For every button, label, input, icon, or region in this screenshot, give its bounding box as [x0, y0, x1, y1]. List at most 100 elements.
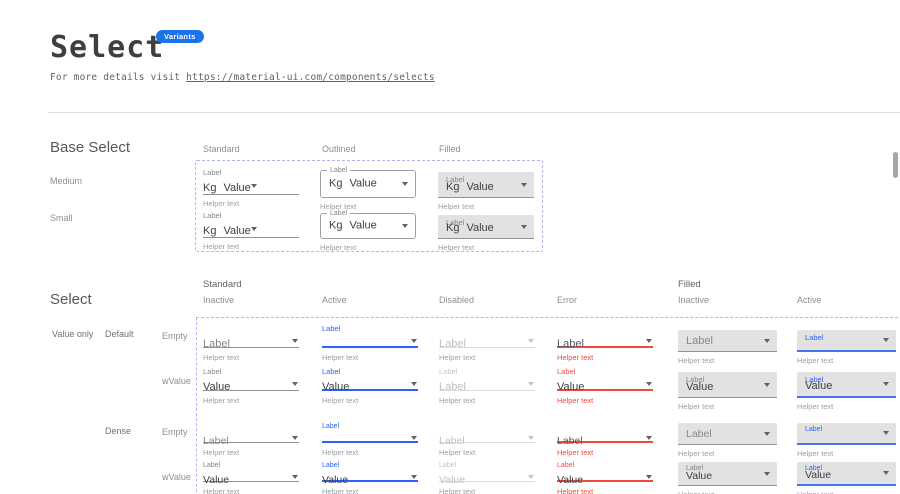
dropdown-arrow-icon: [883, 431, 889, 435]
select-value: Label: [557, 338, 584, 350]
select-control[interactable]: Value: [203, 377, 299, 391]
dropdown-arrow-icon: [883, 471, 889, 475]
select-control[interactable]: LabelValue: [678, 372, 777, 398]
select-standard-error-dense-empty[interactable]: LabelHelper text: [557, 423, 653, 457]
helper-text: Helper text: [438, 202, 534, 211]
select-control[interactable]: Label: [439, 334, 535, 348]
helper-text: Helper text: [203, 396, 299, 405]
select-control[interactable]: Label: [439, 431, 535, 443]
select-prefix: Kg: [446, 222, 459, 234]
select-standard-disabled-dense-wval[interactable]: LabelValueHelper text: [439, 462, 535, 494]
select-control[interactable]: [322, 431, 418, 443]
base-select-outlined-small[interactable]: LabelKgValue Helper text: [320, 213, 416, 252]
select-control[interactable]: Value: [557, 470, 653, 482]
select-value: Value: [349, 220, 376, 232]
select-filled-inactive-dense-empty[interactable]: Label Helper text: [678, 423, 777, 458]
select-filled-active-dense-wval[interactable]: LabelValueHelper text: [797, 462, 896, 494]
subtitle: For more details visit https://material-…: [50, 72, 435, 83]
select-filled-active-default-empty[interactable]: LabelHelper text: [797, 324, 896, 365]
select-standard-disabled-dense-empty[interactable]: LabelHelper text: [439, 423, 535, 457]
select-control[interactable]: Label: [678, 330, 777, 352]
select-floating-label: Label: [805, 333, 823, 343]
select-control[interactable]: LabelValue: [797, 372, 896, 398]
dropdown-arrow-icon: [764, 472, 770, 476]
column-header-inactive: Inactive: [203, 295, 234, 305]
row-label-wvalue-dense: wValue: [162, 472, 191, 482]
select-floating-label: Label: [322, 462, 418, 470]
select-standard-error-default-wval[interactable]: LabelValueHelper text: [557, 367, 653, 405]
base-select-standard-medium[interactable]: Label KgValue Helper text: [203, 168, 299, 208]
select-control[interactable]: LabelValue: [678, 462, 777, 486]
helper-text: Helper text: [439, 487, 535, 494]
select-control[interactable]: Label: [203, 431, 299, 443]
base-select-outlined-medium[interactable]: LabelKgValue Helper text: [320, 170, 416, 211]
select-control[interactable]: LabelValue: [797, 462, 896, 486]
select-control[interactable]: Label: [797, 330, 896, 352]
select-standard-active-default-wval[interactable]: LabelValueHelper text: [322, 367, 418, 405]
select-filled-inactive-default-wval[interactable]: LabelValueHelper text: [678, 367, 777, 411]
helper-text: Helper text: [797, 449, 896, 458]
size-label-default: Default: [105, 329, 134, 339]
base-select-standard-small[interactable]: Label KgValue Helper text: [203, 211, 299, 251]
select-control[interactable]: Value: [322, 470, 418, 482]
helper-text: Helper text: [678, 356, 777, 365]
select-filled-inactive-dense-wval[interactable]: LabelValue Helper text: [678, 462, 777, 494]
select-control[interactable]: [322, 334, 418, 348]
variants-badge[interactable]: Variants: [156, 30, 204, 43]
select-value: Label: [203, 338, 230, 350]
base-select-filled-small[interactable]: LabelKgValue Helper text: [438, 215, 534, 252]
select-floating-label: Label: [322, 423, 418, 431]
select-control[interactable]: Value: [203, 470, 299, 482]
helper-text: Helper text: [678, 490, 777, 494]
select-control[interactable]: Label: [203, 334, 299, 348]
select-control[interactable]: Value: [439, 470, 535, 482]
select-filled-active-dense-empty[interactable]: Label Helper text: [797, 423, 896, 458]
select-control[interactable]: Label: [797, 423, 896, 445]
select-floating-label: Label: [322, 367, 418, 377]
select-standard-active-dense-empty[interactable]: LabelHelper text: [322, 423, 418, 457]
select-value: Value: [439, 474, 465, 486]
select-standard-inactive-dense-wval[interactable]: LabelValueHelper text: [203, 462, 299, 494]
helper-text: Helper text: [322, 487, 418, 494]
select-control[interactable]: Value: [322, 377, 418, 391]
docs-link[interactable]: https://material-ui.com/components/selec…: [186, 72, 435, 83]
select-standard-active-default-empty[interactable]: LabelHelper text: [322, 324, 418, 362]
select-value: Value: [223, 182, 250, 194]
scrollbar-thumb[interactable]: [893, 152, 898, 178]
select-filled-active-default-wval[interactable]: LabelValueHelper text: [797, 367, 896, 411]
helper-text: Helper text: [203, 353, 299, 362]
select-standard-disabled-default-empty[interactable]: LabelHelper text: [439, 324, 535, 362]
select-control[interactable]: Label: [557, 334, 653, 348]
base-select-filled-medium[interactable]: LabelKgValue Helper text: [438, 172, 534, 211]
select-value: Value: [686, 381, 713, 394]
select-filled-inactive-default-empty[interactable]: Label Helper text: [678, 324, 777, 365]
select-standard-error-dense-wval[interactable]: LabelValueHelper text: [557, 462, 653, 494]
select-standard-error-default-empty[interactable]: LabelHelper text: [557, 324, 653, 362]
dropdown-arrow-icon: [646, 339, 652, 343]
dropdown-arrow-icon: [528, 382, 534, 386]
select-standard-inactive-default-wval[interactable]: LabelValueHelper text: [203, 367, 299, 405]
helper-text: Helper text: [203, 242, 299, 251]
select-standard-disabled-default-wval[interactable]: LabelLabelHelper text: [439, 367, 535, 405]
select-standard-active-dense-wval[interactable]: LabelValue Helper text: [322, 462, 418, 494]
select-floating-label: Label: [557, 462, 653, 470]
dropdown-arrow-icon: [521, 225, 527, 229]
helper-text: Helper text: [203, 199, 299, 208]
dropdown-arrow-icon: [528, 475, 534, 479]
select-standard-inactive-default-empty[interactable]: Label Helper text: [203, 324, 299, 362]
select-control[interactable]: Label: [678, 423, 777, 445]
helper-text: Helper text: [678, 449, 777, 458]
group-header-filled: Filled: [678, 279, 701, 290]
column-header-error: Error: [557, 295, 577, 305]
select-standard-inactive-dense-empty[interactable]: Label Helper text: [203, 423, 299, 457]
helper-text: Helper text: [439, 396, 535, 405]
select-control[interactable]: Label: [439, 377, 535, 391]
group-header-standard: Standard: [203, 279, 242, 290]
select-control[interactable]: Label: [557, 431, 653, 443]
column-header-active: Active: [322, 295, 347, 305]
dropdown-arrow-icon: [292, 475, 298, 479]
select-control[interactable]: Value: [557, 377, 653, 391]
helper-text: Helper text: [203, 448, 299, 457]
dropdown-arrow-icon: [292, 436, 298, 440]
header-divider: [48, 112, 900, 113]
